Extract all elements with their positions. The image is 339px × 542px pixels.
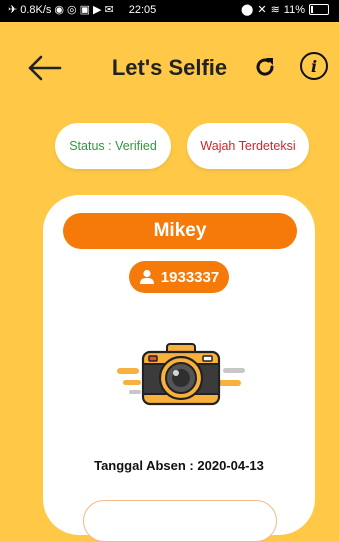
user-icon [139, 269, 154, 284]
page-title: Let's Selfie [111, 55, 228, 80]
location-icon: ⬤ [241, 4, 254, 16]
user-name-bar: Mikey [63, 213, 297, 249]
mail-icon: ✉ [104, 4, 114, 16]
attendance-date: Tanggal Absen : 2020-04-13 [43, 458, 315, 473]
info-icon: i [310, 56, 318, 76]
status-time: 22:05 [128, 4, 157, 16]
mute-icon: ✕ [257, 4, 267, 16]
camera-button[interactable] [115, 338, 245, 413]
attendance-date-label: Tanggal Absen : [94, 458, 198, 473]
user-id-badge: 1933337 [129, 261, 229, 293]
face-detection-label: Wajah Terdeteksi [200, 139, 296, 153]
info-button[interactable]: i [300, 52, 328, 80]
status-left: ✈ 0.8K/s ◉ ◎ ▣ ▶ ✉ 22:05 [8, 4, 156, 16]
whatsapp-icon-2: ◎ [67, 4, 77, 16]
network-speed: 0.8K/s [20, 4, 52, 16]
instagram-icon: ▣ [79, 4, 91, 16]
user-name: Mikey [153, 220, 207, 241]
status-bar: ✈ 0.8K/s ◉ ◎ ▣ ▶ ✉ 22:05 ⬤ ✕ ≋ 11% [0, 0, 339, 22]
user-id: 1933337 [160, 268, 220, 286]
profile-card: Mikey 1933337 Tanggal Absen: 2020-04-13 [43, 195, 315, 542]
submit-attendance-button[interactable] [83, 500, 277, 542]
app-bar: Let's Selfie i [0, 22, 339, 112]
battery-icon [309, 4, 329, 15]
attendance-date-value: 2020-04-13 [197, 458, 264, 473]
status-badge-label: Status : Verified [69, 139, 157, 153]
wifi-icon: ≋ [270, 4, 280, 16]
battery-percent: 11% [283, 3, 305, 16]
whatsapp-icon: ◉ [54, 4, 65, 16]
status-right: ⬤ ✕ ≋ 11% [241, 3, 329, 16]
face-detection-badge: Wajah Terdeteksi [187, 123, 309, 169]
refresh-button[interactable] [253, 55, 277, 79]
status-badge: Status : Verified [55, 123, 171, 169]
refresh-icon [256, 58, 274, 76]
youtube-icon: ▶ [93, 4, 102, 16]
airplane-icon: ✈ [8, 4, 18, 16]
camera-icon [117, 343, 245, 406]
